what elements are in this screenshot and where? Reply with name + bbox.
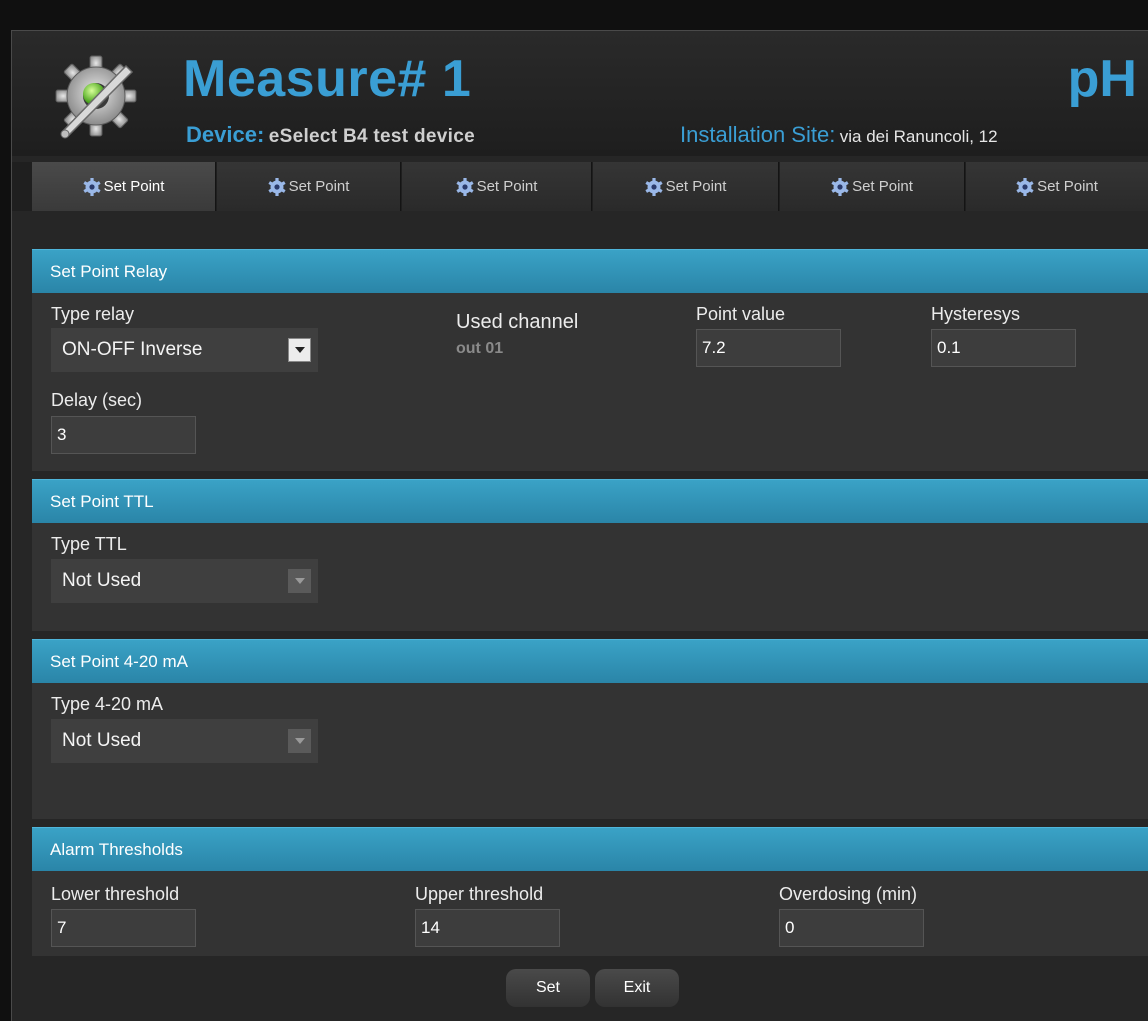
- section-ma: Type 4-20 mA Not Used: [32, 683, 1148, 819]
- device-name: eSelect B4 test device: [268, 126, 475, 147]
- section-relay-header: Set Point Relay: [32, 249, 1148, 293]
- settings-gear-wrench-icon: [55, 55, 137, 139]
- tab-set-point-3[interactable]: Set Point: [402, 162, 592, 211]
- device-label: Device:: [186, 122, 265, 147]
- type-relay-label: Type relay: [51, 304, 135, 324]
- section-ttl-header: Set Point TTL: [32, 479, 1148, 523]
- button-bar: Set Exit: [12, 956, 1148, 1021]
- chevron-down-icon[interactable]: [288, 729, 311, 753]
- type-ma-value: Not Used: [62, 730, 142, 751]
- type-relay-select[interactable]: ON-OFF Inverse: [51, 328, 318, 372]
- section-ttl: Type TTL Not Used: [32, 523, 1148, 631]
- gear-icon: [455, 177, 474, 196]
- installation-site: Installation Site: via dei Ranuncoli, 12: [680, 121, 998, 152]
- app-window: Measure# 1 Device: eSelect B4 test devic…: [11, 30, 1148, 1021]
- point-value-label: Point value: [696, 304, 786, 324]
- tab-bar: Set Point Set Point Set Point Set Point …: [12, 162, 1148, 211]
- hysteresys-label: Hysteresys: [931, 304, 1021, 324]
- chevron-down-icon[interactable]: [288, 569, 311, 593]
- upper-threshold-label: Upper threshold: [415, 884, 544, 904]
- type-ttl-value: Not Used: [62, 570, 142, 591]
- tab-set-point-4[interactable]: Set Point: [593, 162, 779, 211]
- section-relay: Type relay ON-OFF Inverse Used channel o…: [32, 293, 1148, 471]
- exit-button[interactable]: Exit: [595, 969, 679, 1007]
- tab-label: Set Point: [476, 178, 538, 195]
- point-value-field[interactable]: 7.2: [696, 329, 841, 367]
- measure-unit: pH: [1067, 50, 1137, 108]
- site-value: via dei Ranuncoli, 12: [839, 127, 998, 146]
- type-ma-select[interactable]: Not Used: [51, 719, 318, 763]
- gear-icon: [82, 177, 101, 196]
- tab-set-point-1[interactable]: Set Point: [32, 162, 216, 211]
- tab-label: Set Point: [103, 178, 165, 195]
- type-ttl-label: Type TTL: [51, 534, 127, 554]
- tab-label: Set Point: [288, 178, 350, 195]
- tab-set-point-2[interactable]: Set Point: [217, 162, 401, 211]
- tab-label: Set Point: [665, 178, 727, 195]
- lower-threshold-label: Lower threshold: [51, 884, 180, 904]
- overdosing-label: Overdosing (min): [779, 884, 918, 904]
- tab-label: Set Point: [1037, 178, 1098, 195]
- section-ma-header: Set Point 4-20 mA: [32, 639, 1148, 683]
- used-channel-label: Used channel: [456, 311, 579, 333]
- hysteresys-field[interactable]: 0.1: [931, 329, 1076, 367]
- lower-threshold-field[interactable]: 7: [51, 909, 196, 947]
- tab-set-point-6[interactable]: Set Point: [966, 162, 1148, 211]
- delay-field[interactable]: 3: [51, 416, 196, 454]
- type-relay-value: ON-OFF Inverse: [62, 339, 203, 360]
- gear-icon: [644, 177, 663, 196]
- header: Measure# 1 Device: eSelect B4 test devic…: [12, 31, 1148, 156]
- gear-icon: [267, 177, 286, 196]
- set-button[interactable]: Set: [506, 969, 590, 1007]
- upper-threshold-field[interactable]: 14: [415, 909, 560, 947]
- section-alarm: Lower threshold 7 Upper threshold 14 Ove…: [32, 871, 1148, 956]
- section-alarm-header: Alarm Thresholds: [32, 827, 1148, 871]
- used-channel-value: out 01: [456, 340, 504, 357]
- device-info: Device: eSelect B4 test device: [186, 121, 475, 152]
- page-title: Measure# 1: [183, 50, 472, 108]
- type-ma-label: Type 4-20 mA: [51, 694, 164, 714]
- tab-set-point-5[interactable]: Set Point: [780, 162, 965, 211]
- site-label: Installation Site:: [680, 122, 836, 147]
- gear-icon: [1016, 177, 1034, 196]
- overdosing-field[interactable]: 0: [779, 909, 924, 947]
- gear-icon: [831, 177, 849, 196]
- tab-label: Set Point: [852, 178, 913, 195]
- chevron-down-icon[interactable]: [288, 338, 311, 362]
- delay-label: Delay (sec): [51, 390, 143, 410]
- type-ttl-select[interactable]: Not Used: [51, 559, 318, 603]
